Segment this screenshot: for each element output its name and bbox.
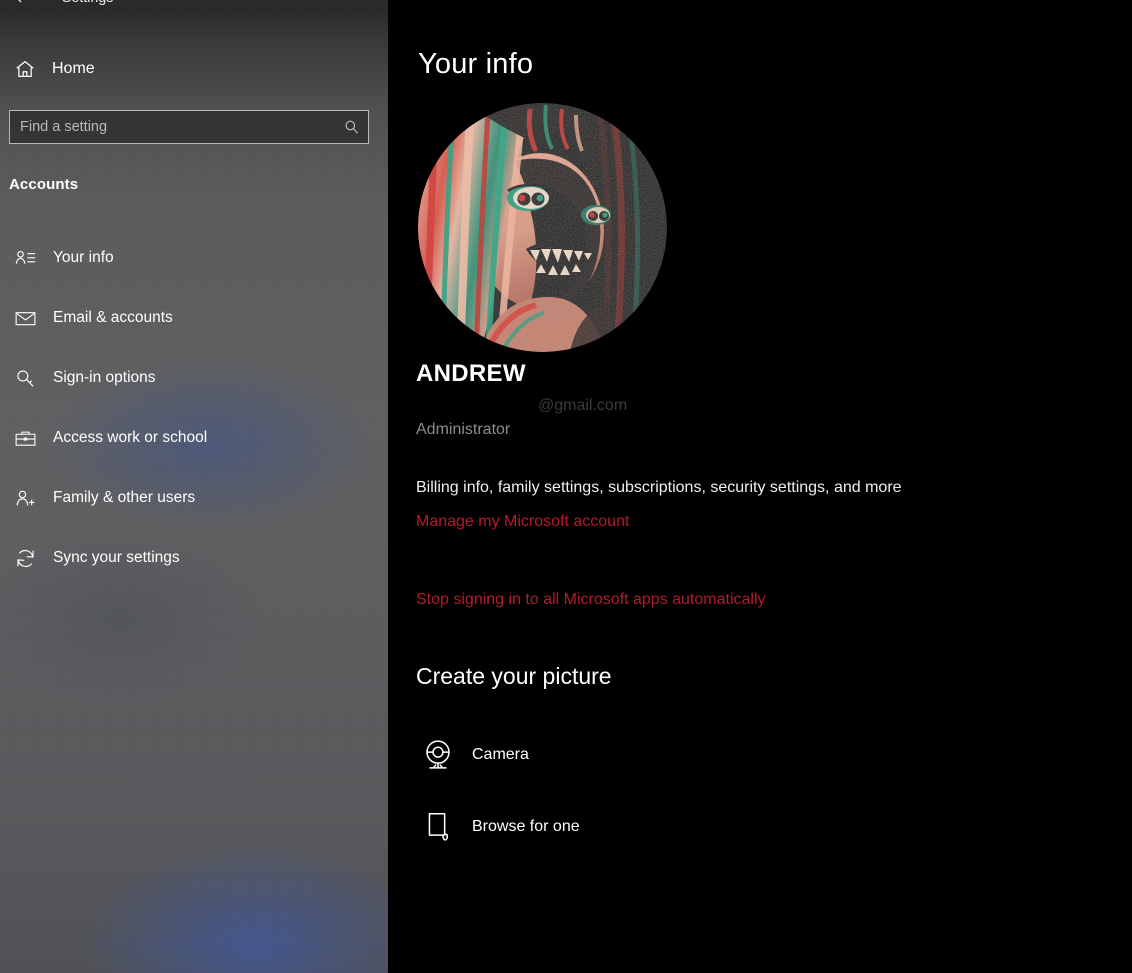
account-name: ANDREW	[416, 360, 526, 387]
back-arrow-icon[interactable]	[8, 0, 30, 10]
sidebar-item-home[interactable]: Home	[0, 52, 388, 86]
manage-microsoft-account-link[interactable]: Manage my Microsoft account	[416, 513, 629, 531]
create-picture-option-camera[interactable]: Camera	[414, 736, 529, 774]
main-content: Your info ANDREW @gmail.com Administrato…	[388, 0, 1132, 973]
stop-signing-in-link[interactable]: Stop signing in to all Microsoft apps au…	[416, 591, 766, 609]
sidebar-category-heading: Accounts	[9, 176, 79, 193]
search-box[interactable]	[9, 110, 369, 144]
sidebar-item-signin-options-label: Sign-in options	[53, 369, 156, 386]
home-icon	[5, 58, 45, 80]
user-card-icon	[5, 247, 45, 270]
sidebar-item-home-label: Home	[52, 60, 95, 77]
envelope-icon	[5, 307, 45, 330]
sidebar: Home Accounts	[0, 0, 388, 973]
sidebar-item-sync-settings-label: Sync your settings	[53, 549, 180, 566]
search-icon[interactable]	[334, 119, 368, 136]
sidebar-item-email-accounts[interactable]: Email & accounts	[0, 300, 388, 336]
briefcase-icon	[5, 427, 45, 450]
title-bar: Settings	[0, 0, 388, 14]
sidebar-item-access-work-school[interactable]: Access work or school	[0, 420, 388, 456]
sidebar-item-your-info[interactable]: Your info	[0, 240, 388, 276]
settings-window: Settings Home	[0, 0, 1132, 973]
add-user-icon	[5, 487, 45, 510]
sidebar-item-your-info-label: Your info	[53, 249, 114, 266]
browse-file-icon	[414, 808, 462, 846]
account-email: @gmail.com	[538, 397, 628, 414]
account-role: Administrator	[416, 421, 511, 438]
sidebar-item-family-other-users[interactable]: Family & other users	[0, 480, 388, 516]
sidebar-nav-list: Your info Email & accounts Sign-in optio…	[0, 240, 388, 600]
sync-icon	[5, 547, 45, 570]
create-picture-option-browse-label: Browse for one	[472, 818, 580, 835]
sidebar-item-email-accounts-label: Email & accounts	[53, 309, 173, 326]
create-picture-heading: Create your picture	[416, 663, 612, 689]
window-title: Settings	[62, 0, 113, 5]
billing-description: Billing info, family settings, subscript…	[416, 479, 902, 496]
page-title: Your info	[418, 48, 534, 80]
create-picture-option-camera-label: Camera	[472, 746, 529, 763]
search-input[interactable]	[10, 119, 334, 135]
avatar[interactable]	[418, 103, 667, 352]
create-picture-option-browse[interactable]: Browse for one	[414, 808, 580, 846]
key-icon	[5, 367, 45, 390]
sidebar-item-access-work-school-label: Access work or school	[53, 429, 208, 446]
sidebar-item-family-other-users-label: Family & other users	[53, 489, 196, 506]
webcam-icon	[414, 736, 462, 774]
sidebar-item-sync-settings[interactable]: Sync your settings	[0, 540, 388, 576]
sidebar-item-signin-options[interactable]: Sign-in options	[0, 360, 388, 396]
